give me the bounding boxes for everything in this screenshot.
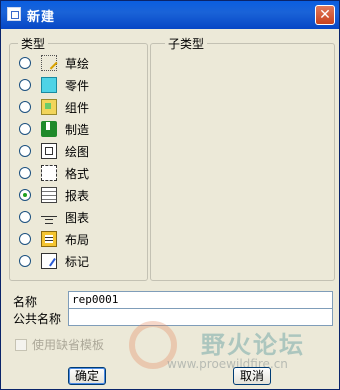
close-button[interactable]: ✕ [315,5,335,25]
type-label-part: 零件 [65,78,90,93]
radio-format[interactable] [19,167,31,179]
assembly-icon [41,99,57,115]
type-option-markup[interactable]: 标记 [19,252,139,270]
type-option-drawing[interactable]: 绘图 [19,142,139,160]
title-bar[interactable]: 新建 ✕ [1,1,339,29]
radio-manufacturing[interactable] [19,123,31,135]
common-name-label: 公共名称 [13,312,62,326]
layout-icon [41,231,57,247]
radio-sketch[interactable] [19,57,31,69]
name-input[interactable]: rep0001 [68,291,333,309]
type-label-report: 报表 [65,188,90,203]
sketch-icon [41,55,57,71]
radio-markup[interactable] [19,255,31,267]
type-option-assembly[interactable]: 组件 [19,98,139,116]
format-icon [41,165,57,181]
type-label-layout: 布局 [65,232,90,247]
type-label-assembly: 组件 [65,100,90,115]
type-option-layout[interactable]: 布局 [19,230,139,248]
type-option-manufacturing[interactable]: 制造 [19,120,139,138]
diagram-icon [41,209,57,225]
type-label-sketch: 草绘 [65,56,90,71]
radio-diagram[interactable] [19,211,31,223]
radio-assembly[interactable] [19,101,31,113]
window-icon [7,7,21,21]
radio-drawing[interactable] [19,145,31,157]
name-label: 名称 [13,295,38,309]
subtype-group-label: 子类型 [165,35,208,52]
type-group-label: 类型 [18,35,49,52]
type-option-format[interactable]: 格式 [19,164,139,182]
type-label-diagram: 图表 [65,210,90,225]
report-icon [41,187,57,203]
type-label-manufacturing: 制造 [65,122,90,137]
radio-report[interactable] [19,189,31,201]
use-default-template-row[interactable]: 使用缺省模板 [15,336,104,353]
manufacturing-icon [41,121,57,137]
markup-icon [41,253,57,269]
subtype-group: 子类型 [150,35,335,281]
type-option-report[interactable]: 报表 [19,186,139,204]
type-option-part[interactable]: 零件 [19,76,139,94]
ok-button[interactable]: 确定 [68,367,106,385]
type-label-format: 格式 [65,166,90,181]
type-label-markup: 标记 [65,254,90,269]
drawing-icon [41,143,57,159]
radio-layout[interactable] [19,233,31,245]
type-label-drawing: 绘图 [65,144,90,159]
new-dialog: 新建 ✕ 类型 草绘 零件 组件 制造 绘图 格式 报表 图表 布局 标记 子类… [0,0,340,390]
use-default-template-checkbox[interactable] [15,338,27,351]
radio-part[interactable] [19,79,31,91]
close-icon: ✕ [319,7,331,23]
type-group: 类型 草绘 零件 组件 制造 绘图 格式 报表 图表 布局 标记 [9,35,148,281]
type-option-sketch[interactable]: 草绘 [19,54,139,72]
cancel-button[interactable]: 取消 [233,367,271,385]
watermark-text: 野火论坛 [201,331,305,359]
dialog-title: 新建 [27,10,56,25]
use-default-template-label: 使用缺省模板 [32,338,105,352]
part-icon [41,77,57,93]
type-option-diagram[interactable]: 图表 [19,208,139,226]
